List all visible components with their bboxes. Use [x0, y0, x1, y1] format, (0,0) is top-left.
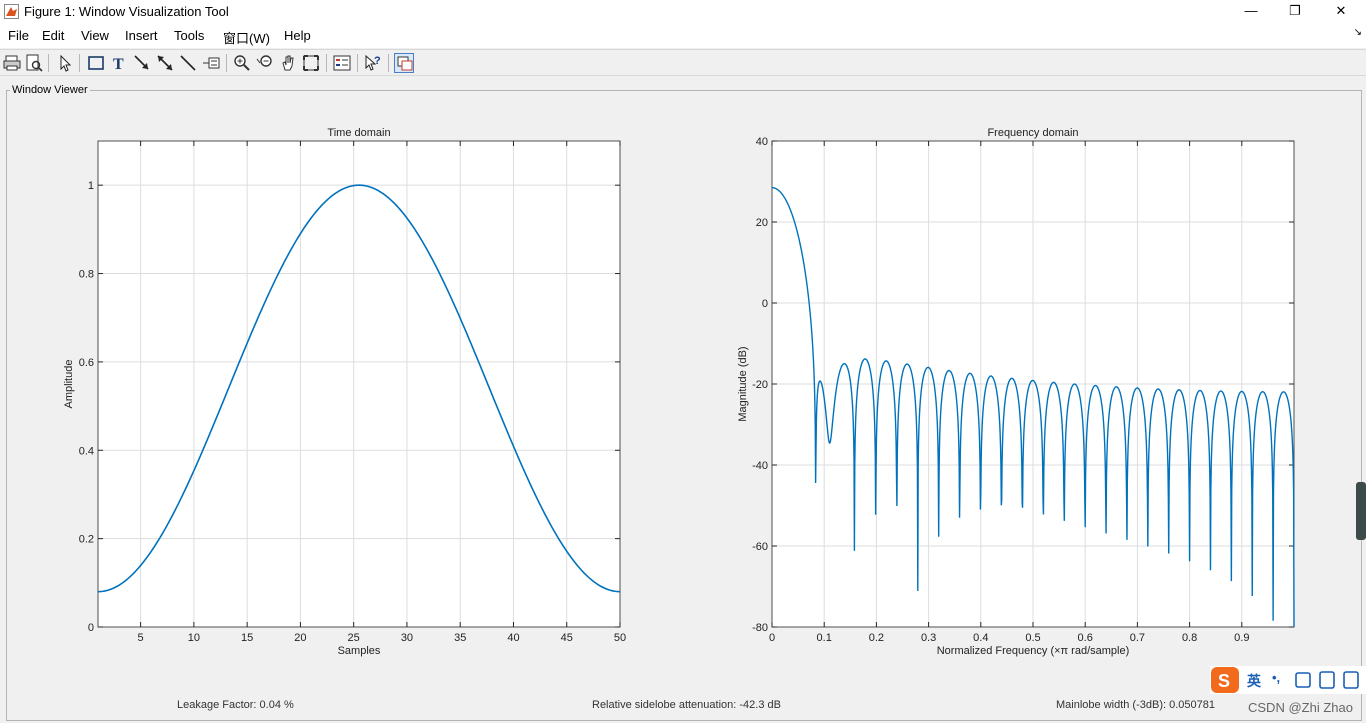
- x-tick-label: 0.6: [1078, 632, 1093, 644]
- y-tick-label: 0: [762, 298, 768, 310]
- x-tick-label: 0.8: [1182, 632, 1197, 644]
- y-tick-label: 0.8: [79, 269, 94, 281]
- ime-toolbar[interactable]: S 英 •,: [1210, 666, 1366, 694]
- watermark: CSDN @Zhi Zhao: [1248, 700, 1353, 715]
- x-axis-label: Samples: [338, 645, 381, 657]
- y-tick-label: 40: [756, 136, 768, 148]
- y-tick-label: 0: [88, 622, 94, 634]
- chart-title: Frequency domain: [987, 127, 1078, 139]
- x-tick-label: 10: [188, 632, 200, 644]
- y-tick-label: -20: [752, 379, 768, 391]
- x-tick-label: 0.7: [1130, 632, 1145, 644]
- x-tick-label: 0.2: [869, 632, 884, 644]
- svg-text:S: S: [1218, 671, 1230, 691]
- x-tick-label: 15: [241, 632, 253, 644]
- side-handle[interactable]: [1356, 482, 1366, 540]
- x-axis-label: Normalized Frequency (×π rad/sample): [937, 645, 1130, 657]
- x-tick-label: 0.5: [1025, 632, 1040, 644]
- ime-language-label: 英: [1247, 673, 1261, 689]
- mainlobe-width-label: Mainlobe width (-3dB): 0.050781: [1056, 699, 1215, 711]
- x-tick-label: 35: [454, 632, 466, 644]
- sidelobe-attenuation-label: Relative sidelobe attenuation: -42.3 dB: [592, 699, 781, 711]
- y-tick-label: -80: [752, 622, 768, 634]
- y-tick-label: 0.2: [79, 534, 94, 546]
- y-tick-label: -40: [752, 460, 768, 472]
- y-tick-label: 0.6: [79, 357, 94, 369]
- x-tick-label: 40: [507, 632, 519, 644]
- leakage-factor-label: Leakage Factor: 0.04 %: [177, 699, 294, 711]
- ime-punctuation-label: •,: [1272, 670, 1281, 685]
- x-tick-label: 25: [348, 632, 360, 644]
- x-tick-label: 50: [614, 632, 626, 644]
- x-tick-label: 0: [769, 632, 775, 644]
- x-tick-label: 20: [294, 632, 306, 644]
- y-tick-label: 20: [756, 217, 768, 229]
- x-tick-label: 0.1: [817, 632, 832, 644]
- x-tick-label: 0.3: [921, 632, 936, 644]
- x-tick-label: 0.9: [1234, 632, 1249, 644]
- chart-title: Time domain: [327, 127, 390, 139]
- y-tick-label: 1: [88, 180, 94, 192]
- x-tick-label: 45: [561, 632, 573, 644]
- y-axis-label: Amplitude: [63, 360, 75, 409]
- axes-background-0: [98, 141, 620, 627]
- x-tick-label: 0.4: [973, 632, 988, 644]
- x-tick-label: 5: [138, 632, 144, 644]
- y-tick-label: 0.4: [79, 445, 94, 457]
- x-tick-label: 30: [401, 632, 413, 644]
- y-axis-label: Magnitude (dB): [737, 346, 749, 421]
- charts-layer: 5 10 15 20 25 30 35 40 45 50 0 0.2 0.4 0.6 0.8 1 Time do…: [63, 127, 1295, 657]
- y-tick-label: -60: [752, 541, 768, 553]
